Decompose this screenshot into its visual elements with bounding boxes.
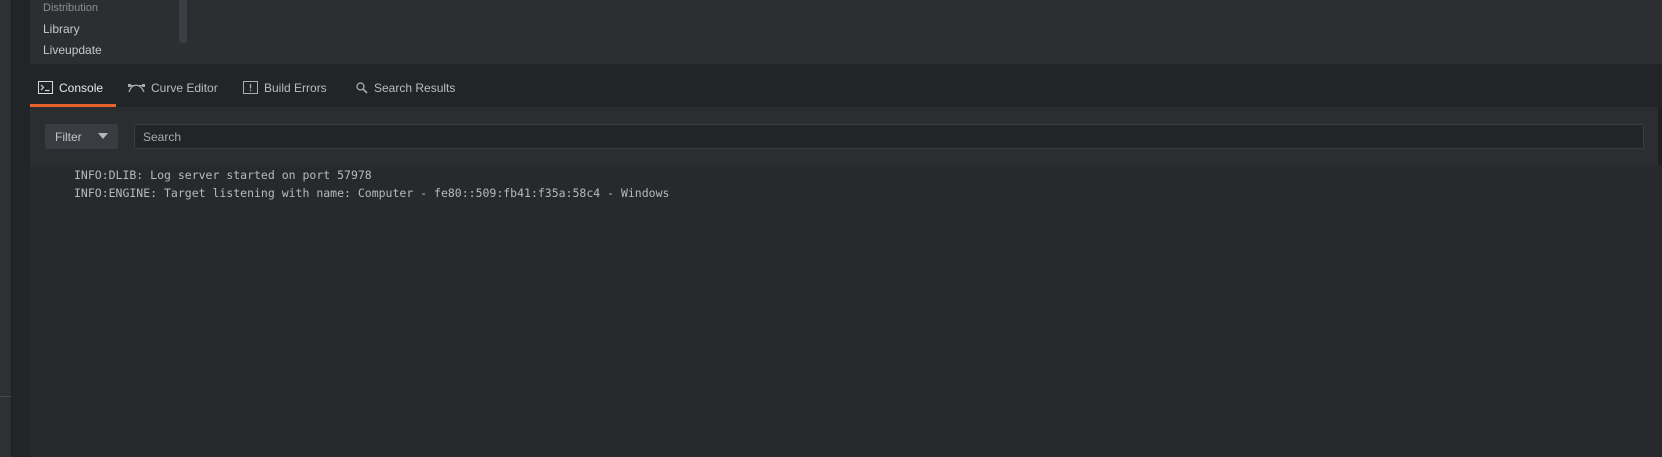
filter-label: Filter xyxy=(55,129,82,144)
log-line: INFO:DLIB: Log server started on port 57… xyxy=(74,168,372,182)
bottom-tab-bar: Console Curve Editor Build Errors Search… xyxy=(30,68,1662,107)
left-panel-strip xyxy=(12,0,30,457)
outline-panel xyxy=(30,0,1662,66)
tree-item-liveupdate[interactable]: Liveupdate xyxy=(43,43,102,57)
error-box-icon xyxy=(243,81,258,94)
console-output[interactable] xyxy=(30,165,1662,457)
curve-icon xyxy=(128,84,145,93)
console-search-input[interactable] xyxy=(134,124,1644,149)
tab-build-errors[interactable]: Build Errors xyxy=(243,68,327,107)
chevron-down-icon xyxy=(98,133,108,139)
tab-console-label: Console xyxy=(59,80,104,95)
tree-item-library[interactable]: Library xyxy=(43,22,80,36)
left-gutter xyxy=(0,0,11,457)
outline-tree: Distribution Library Liveupdate xyxy=(30,0,180,64)
tab-search-results-label: Search Results xyxy=(374,80,456,95)
tab-curve-editor-label: Curve Editor xyxy=(151,80,218,95)
filter-dropdown[interactable]: Filter xyxy=(45,124,118,149)
magnifier-icon xyxy=(356,81,368,94)
right-panel-edge xyxy=(1658,107,1662,165)
gutter-divider xyxy=(0,396,11,397)
tab-search-results[interactable]: Search Results xyxy=(356,68,455,107)
tree-item-distribution[interactable]: Distribution xyxy=(43,2,98,14)
tab-console[interactable]: Console xyxy=(38,68,103,107)
log-line: INFO:ENGINE: Target listening with name:… xyxy=(74,186,670,200)
tab-curve-editor[interactable]: Curve Editor xyxy=(128,68,218,107)
terminal-icon xyxy=(38,81,53,94)
outline-scrollbar[interactable] xyxy=(179,0,187,43)
tab-build-errors-label: Build Errors xyxy=(264,80,327,95)
editor-window: Distribution Library Liveupdate Console … xyxy=(0,0,1662,457)
